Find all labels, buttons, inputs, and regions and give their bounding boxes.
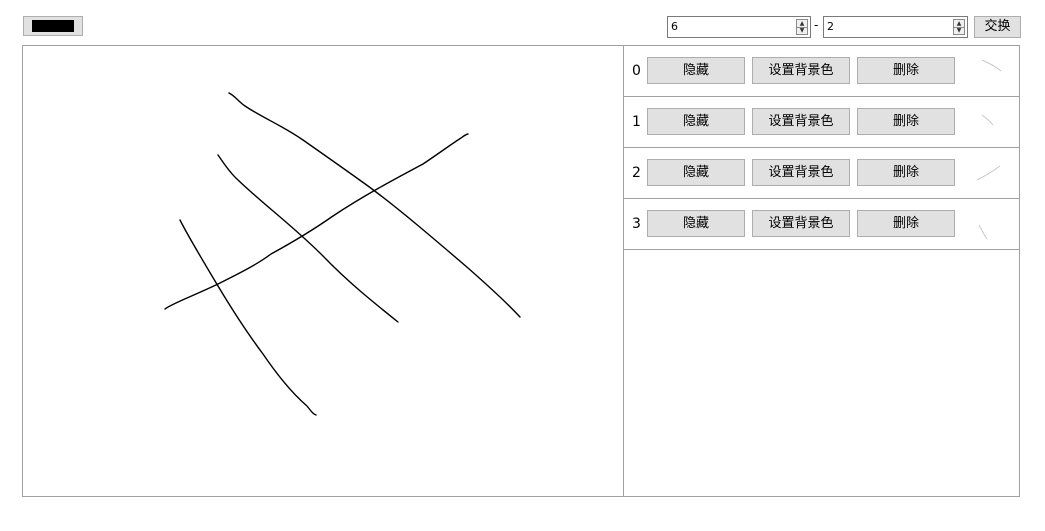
- set-background-color-button[interactable]: 设置背景色: [752, 159, 850, 186]
- layer-row-1: 1 隐藏 设置背景色 删除: [624, 97, 1019, 148]
- color-picker-button[interactable]: [23, 16, 83, 36]
- color-swatch: [32, 20, 74, 32]
- delete-button[interactable]: 删除: [857, 159, 955, 186]
- hide-button[interactable]: 隐藏: [647, 210, 745, 237]
- from-layer-value: 6: [671, 20, 678, 33]
- layer-row-3: 3 隐藏 设置背景色 删除: [624, 199, 1019, 250]
- layer-index: 0: [632, 63, 641, 79]
- set-background-color-button[interactable]: 设置背景色: [752, 108, 850, 135]
- hide-button[interactable]: 隐藏: [647, 108, 745, 135]
- to-layer-spinner[interactable]: ▲ ▼: [953, 19, 965, 35]
- layer-thumbnail: [981, 114, 994, 126]
- to-layer-input[interactable]: 2 ▲ ▼: [823, 16, 968, 38]
- layer-row-2: 2 隐藏 设置背景色 删除: [624, 148, 1019, 199]
- stroke-2: [164, 133, 469, 310]
- range-separator: -: [814, 18, 819, 32]
- delete-button[interactable]: 删除: [857, 108, 955, 135]
- layer-index: 2: [632, 165, 641, 181]
- layer-thumbnail: [976, 165, 1001, 181]
- stroke-1: [217, 154, 399, 323]
- layer-panel: 0 隐藏 设置背景色 删除 1 隐藏 设置背景色 删除 2 隐藏 设置背景色 删…: [623, 45, 1020, 497]
- spinner-down-icon[interactable]: ▼: [954, 27, 964, 34]
- delete-button[interactable]: 删除: [857, 210, 955, 237]
- delete-button[interactable]: 删除: [857, 57, 955, 84]
- layer-index: 1: [632, 114, 641, 130]
- layer-index: 3: [632, 216, 641, 232]
- hide-button[interactable]: 隐藏: [647, 57, 745, 84]
- hide-button[interactable]: 隐藏: [647, 159, 745, 186]
- stroke-0: [228, 92, 521, 318]
- from-layer-spinner[interactable]: ▲ ▼: [796, 19, 808, 35]
- from-layer-input[interactable]: 6 ▲ ▼: [667, 16, 811, 38]
- stroke-3: [179, 219, 317, 416]
- spinner-down-icon[interactable]: ▼: [797, 27, 807, 34]
- layer-row-0: 0 隐藏 设置背景色 删除: [624, 46, 1019, 97]
- set-background-color-button[interactable]: 设置背景色: [752, 57, 850, 84]
- set-background-color-button[interactable]: 设置背景色: [752, 210, 850, 237]
- to-layer-value: 2: [827, 20, 834, 33]
- canvas-strokes: [164, 92, 521, 416]
- layer-thumbnail: [981, 59, 1002, 72]
- swap-button[interactable]: 交换: [974, 16, 1021, 38]
- layer-thumbnail: [978, 224, 988, 240]
- drawing-canvas[interactable]: [22, 45, 624, 497]
